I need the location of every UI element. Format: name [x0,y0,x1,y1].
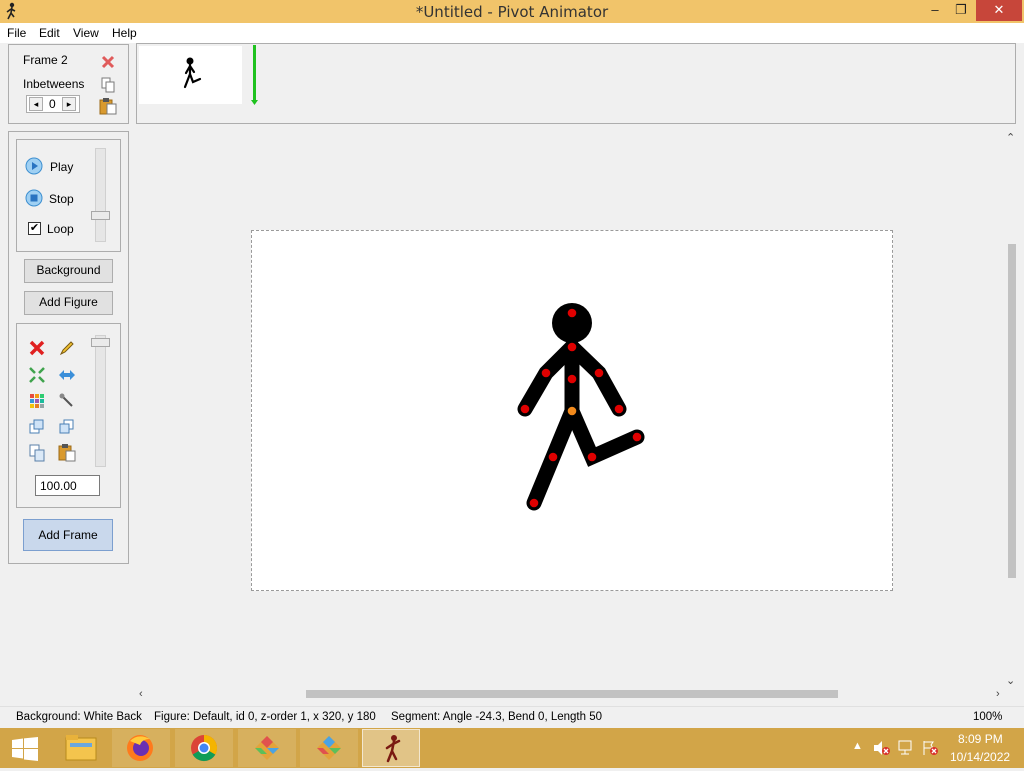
taskbar: ▲ [0,728,1024,768]
copy-frame-icon[interactable] [100,77,116,93]
menu-help[interactable]: Help [112,26,137,40]
send-to-back-icon[interactable] [58,418,76,436]
menu-edit[interactable]: Edit [39,26,60,40]
status-background: Background: White Back [16,711,142,723]
scroll-down-arrow[interactable]: ⌄ [1006,674,1015,687]
status-segment: Segment: Angle -24.3, Bend 0, Length 50 [391,711,602,723]
app-icon [255,736,279,760]
start-icon[interactable] [12,737,38,761]
minimize-button[interactable]: – [922,0,948,21]
paste-frame-icon[interactable] [99,98,117,115]
status-figure: Figure: Default, id 0, z-order 1, x 320,… [154,711,376,723]
frame-thumbnail[interactable] [139,46,242,104]
action-center-flag-icon[interactable] [921,740,939,756]
volume-muted-icon[interactable] [873,740,891,756]
speed-slider-track[interactable] [95,148,106,242]
scale-input[interactable]: 100.00 [35,475,100,496]
chrome-button[interactable] [175,729,233,767]
scroll-left-arrow[interactable]: ‹ [139,688,143,700]
timeline [136,43,1016,124]
inbetweens-label: Inbetweens [23,77,85,91]
app-button-2[interactable] [300,729,358,767]
scroll-up-arrow[interactable]: ⌃ [1006,131,1015,144]
status-zoom: 100% [973,711,1003,723]
menu-bar: File Edit View Help [0,23,1024,43]
scale-slider-track[interactable] [95,335,106,467]
pivot-animator-icon [385,735,401,763]
background-button[interactable]: Background [24,259,113,283]
inbetweens-value: 0 [49,97,56,111]
frame-label: Frame 2 [23,53,68,67]
app-button-1[interactable] [238,729,296,767]
copy-figure-icon[interactable] [28,444,46,462]
decrement-button[interactable]: ◂ [29,97,43,111]
center-icon[interactable] [28,366,46,384]
color-icon[interactable] [28,392,46,410]
scale-slider-thumb[interactable] [91,338,110,347]
scroll-right-arrow[interactable]: › [996,688,1000,700]
chrome-icon [191,734,218,762]
delete-frame-icon[interactable] [100,54,116,70]
stop-icon[interactable] [25,189,43,207]
close-button[interactable]: ✕ [976,0,1022,21]
file-explorer-button[interactable] [52,729,110,767]
window-title: *Untitled - Pivot Animator [415,3,609,21]
loop-checkbox[interactable]: ✔ [28,222,41,235]
thumbnail-figure [183,57,202,89]
edit-icon[interactable] [58,339,76,357]
clock-date[interactable]: 10/14/2022 [950,750,1010,764]
flip-icon[interactable] [58,366,76,384]
show-hidden-icons-icon[interactable]: ▲ [852,740,863,752]
title-bar: *Untitled - Pivot Animator – ❐ ✕ [0,0,1024,23]
inbetweens-stepper[interactable]: ◂ 0 ▸ [26,95,80,113]
stop-label[interactable]: Stop [49,192,74,206]
bring-to-front-icon[interactable] [28,418,46,436]
timeline-cursor-tip [251,100,258,105]
app-icon [317,736,341,760]
joint-tool-icon[interactable] [58,392,76,410]
paste-figure-icon[interactable] [58,444,76,462]
firefox-icon [127,735,153,761]
horizontal-scrollbar-thumb[interactable] [306,690,838,698]
animation-stage[interactable] [251,230,893,591]
add-figure-button[interactable]: Add Figure [24,291,113,315]
play-icon[interactable] [25,157,43,175]
timeline-cursor[interactable] [253,45,256,102]
vertical-scrollbar-thumb[interactable] [1008,244,1016,578]
play-label[interactable]: Play [50,160,73,174]
clock-time[interactable]: 8:09 PM [958,732,1003,746]
delete-icon[interactable] [28,339,46,357]
menu-view[interactable]: View [73,26,99,40]
loop-label[interactable]: Loop [47,222,74,236]
add-frame-button[interactable]: Add Frame [23,519,113,551]
network-icon[interactable] [897,740,915,756]
status-bar: Background: White Back Figure: Default, … [0,706,1024,728]
menu-file[interactable]: File [7,26,26,40]
speed-slider-thumb[interactable] [91,211,110,220]
stick-figure[interactable] [252,231,892,590]
maximize-button[interactable]: ❐ [948,0,974,21]
pivot-animator-button[interactable] [362,729,420,767]
file-explorer-icon [65,735,97,761]
firefox-button[interactable] [112,729,170,767]
increment-button[interactable]: ▸ [62,97,76,111]
